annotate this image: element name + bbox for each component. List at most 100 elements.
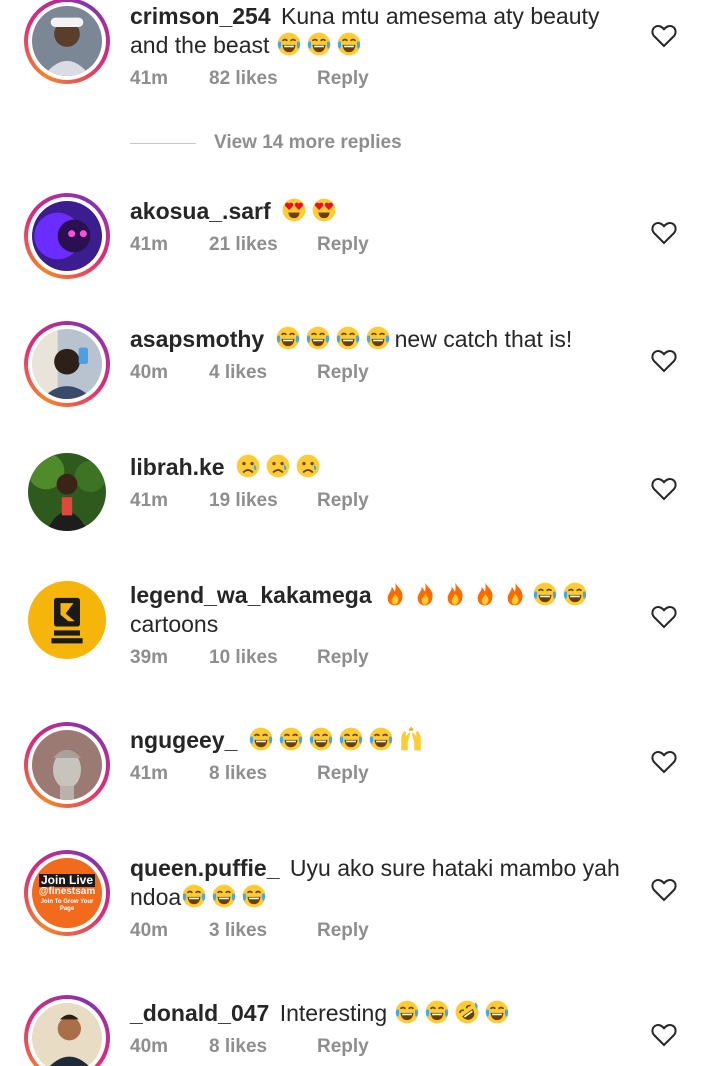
- heart-outline-icon[interactable]: [651, 221, 677, 245]
- emoji-group: [181, 884, 271, 910]
- avatar[interactable]: [24, 193, 110, 279]
- joy-emoji-icon: [308, 726, 334, 752]
- joy-emoji-icon: [241, 883, 267, 909]
- joy-emoji-icon: [484, 999, 510, 1025]
- timestamp: 41m: [130, 68, 169, 89]
- heart-eyes-emoji-icon: [281, 197, 307, 223]
- timestamp: 41m: [130, 763, 169, 784]
- avatar[interactable]: [24, 0, 110, 84]
- reply-button[interactable]: Reply: [317, 234, 369, 256]
- joy-emoji-icon: [562, 581, 588, 607]
- sad-emoji-icon: [265, 453, 291, 479]
- likes-count[interactable]: 4 likes: [209, 362, 317, 384]
- comment-body: ngugeey_ 41m 8 likes Reply: [130, 726, 630, 785]
- likes-count[interactable]: 21 likes: [209, 234, 317, 256]
- comment-meta: 41m 21 likes Reply: [130, 234, 630, 256]
- reply-button[interactable]: Reply: [317, 362, 369, 384]
- username[interactable]: akosua_.sarf: [130, 198, 277, 224]
- badge-line-1: Join Live: [38, 873, 95, 888]
- emoji-group: [275, 326, 395, 352]
- comment-text: ngugeey_: [130, 726, 630, 755]
- username[interactable]: asapsmothy: [130, 326, 271, 352]
- username[interactable]: queen.puffie_: [130, 855, 286, 881]
- heart-outline-icon[interactable]: [651, 750, 677, 774]
- comment-text: akosua_.sarf: [130, 197, 630, 226]
- comment-message: new catch that is!: [394, 326, 573, 352]
- likes-count[interactable]: 3 likes: [209, 920, 317, 942]
- joy-emoji-icon: [306, 31, 332, 57]
- username[interactable]: _donald_047: [130, 1000, 276, 1026]
- joy-emoji-icon: [278, 726, 304, 752]
- timestamp: 41m: [130, 490, 169, 511]
- comment-text: librah.ke: [130, 453, 630, 482]
- fire-emoji-icon: [442, 581, 468, 607]
- joy-emoji-icon: [368, 726, 394, 752]
- username[interactable]: crimson_254: [130, 3, 277, 29]
- comment-text: legend_wa_kakamega cartoons: [130, 581, 630, 639]
- avatar[interactable]: [24, 577, 110, 663]
- heart-outline-icon[interactable]: [651, 878, 677, 902]
- comment-message: Interesting: [279, 1000, 388, 1026]
- heart-outline-icon[interactable]: [651, 605, 677, 629]
- joy-emoji-icon: [338, 726, 364, 752]
- comment-body: queen.puffie_ Uyu ako sure hataki mambo …: [130, 854, 630, 942]
- view-more-replies-label[interactable]: View 14 more replies: [214, 132, 402, 154]
- username[interactable]: ngugeey_: [130, 727, 244, 753]
- comment-meta: 40m 3 likes Reply: [130, 920, 630, 942]
- likes-count[interactable]: 8 likes: [209, 763, 317, 785]
- fire-emoji-icon: [472, 581, 498, 607]
- joy-emoji-icon: [211, 883, 237, 909]
- username[interactable]: legend_wa_kakamega: [130, 582, 378, 608]
- comment-meta: 39m 10 likes Reply: [130, 647, 630, 669]
- reply-button[interactable]: Reply: [317, 68, 369, 90]
- divider-line: [130, 142, 196, 144]
- comment-text: _donald_047 Interesting: [130, 999, 630, 1028]
- joy-emoji-icon: [336, 31, 362, 57]
- likes-count[interactable]: 8 likes: [209, 1036, 317, 1058]
- avatar[interactable]: [24, 995, 110, 1066]
- joy-emoji-icon: [248, 726, 274, 752]
- joy-emoji-icon: [335, 325, 361, 351]
- avatar[interactable]: [24, 321, 110, 407]
- raised-hands-emoji-icon: [398, 726, 424, 752]
- comment-meta: 41m 82 likes Reply: [130, 68, 630, 90]
- reply-button[interactable]: Reply: [317, 490, 369, 512]
- rofl-emoji-icon: [454, 999, 480, 1025]
- reply-button[interactable]: Reply: [317, 920, 369, 942]
- avatar[interactable]: [24, 449, 110, 535]
- joy-emoji-icon: [365, 325, 391, 351]
- avatar[interactable]: [24, 722, 110, 808]
- avatar-badge: Join Live @finestsam Join To Grow Your P…: [32, 858, 102, 928]
- username[interactable]: librah.ke: [130, 454, 231, 480]
- comment-body: _donald_047 Interesting 40m 8 likes Repl…: [130, 999, 630, 1058]
- comment-meta: 40m 8 likes Reply: [130, 1036, 630, 1058]
- heart-outline-icon[interactable]: [651, 477, 677, 501]
- view-more-replies[interactable]: View 14 more replies: [130, 132, 402, 154]
- likes-count[interactable]: 10 likes: [209, 647, 317, 669]
- comment-meta: 41m 8 likes Reply: [130, 763, 630, 785]
- joy-emoji-icon: [394, 999, 420, 1025]
- emoji-group: [281, 198, 341, 224]
- heart-outline-icon[interactable]: [651, 1023, 677, 1047]
- joy-emoji-icon: [305, 325, 331, 351]
- joy-emoji-icon: [181, 883, 207, 909]
- joy-emoji-icon: [532, 581, 558, 607]
- reply-button[interactable]: Reply: [317, 763, 369, 785]
- fire-emoji-icon: [382, 581, 408, 607]
- fire-emoji-icon: [502, 581, 528, 607]
- reply-button[interactable]: Reply: [317, 1036, 369, 1058]
- reply-button[interactable]: Reply: [317, 647, 369, 669]
- sad-emoji-icon: [295, 453, 321, 479]
- heart-outline-icon[interactable]: [651, 24, 677, 48]
- likes-count[interactable]: 82 likes: [209, 68, 317, 90]
- comment-body: librah.ke 41m 19 likes Reply: [130, 453, 630, 512]
- comment-body: crimson_254 Kuna mtu amesema aty beauty …: [130, 2, 630, 90]
- likes-count[interactable]: 19 likes: [209, 490, 317, 512]
- emoji-group: [382, 582, 592, 608]
- comment-meta: 40m 4 likes Reply: [130, 362, 630, 384]
- comment-body: legend_wa_kakamega cartoons 39m 10 likes…: [130, 581, 630, 669]
- emoji-group: [394, 1000, 514, 1026]
- avatar[interactable]: Join Live @finestsam Join To Grow Your P…: [24, 850, 110, 936]
- heart-outline-icon[interactable]: [651, 349, 677, 373]
- emoji-group: [276, 32, 366, 58]
